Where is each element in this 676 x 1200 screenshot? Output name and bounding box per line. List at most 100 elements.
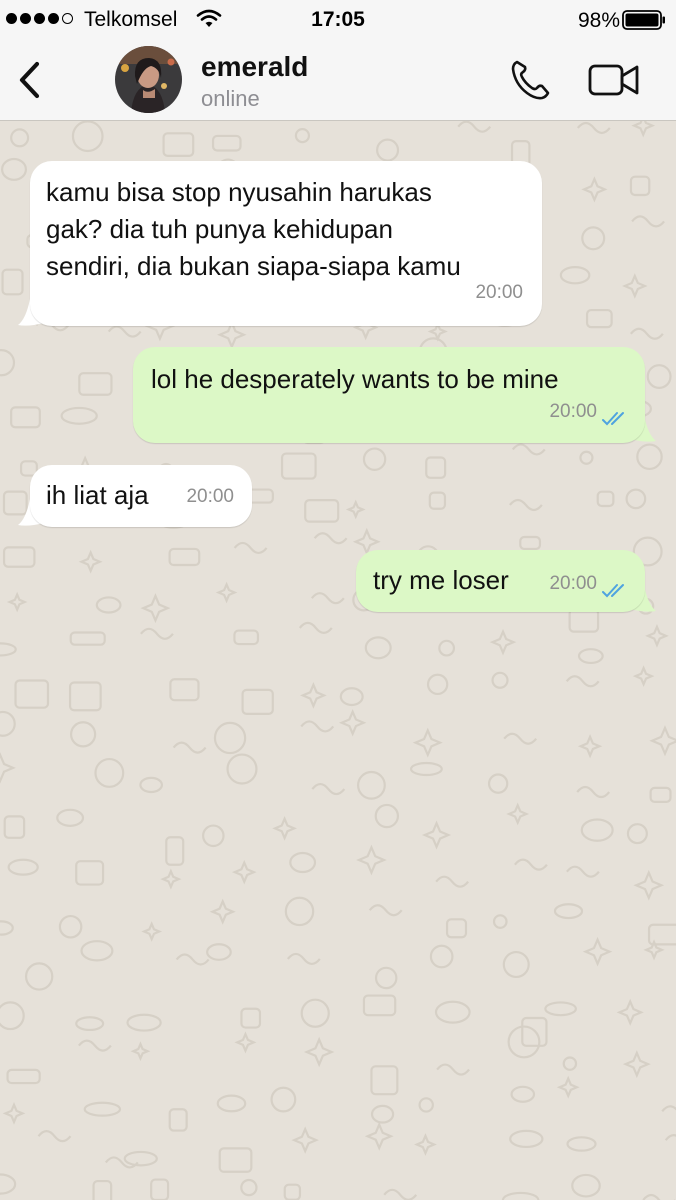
wallpaper-doodle xyxy=(107,325,142,338)
contact-status: online xyxy=(201,86,260,111)
wallpaper-doodle xyxy=(241,688,274,715)
wallpaper-doodle xyxy=(370,1104,395,1124)
wallpaper-doodle xyxy=(216,1094,247,1113)
wallpaper-doodle xyxy=(576,785,611,799)
wallpaper-doodle xyxy=(425,456,447,479)
wallpaper-doodle xyxy=(300,720,335,733)
wallpaper-doodle xyxy=(92,1179,113,1200)
wallpaper-doodle xyxy=(0,348,16,377)
wallpaper-doodle xyxy=(165,836,185,866)
wallpaper-doodle xyxy=(509,1129,544,1149)
wallpaper-doodle xyxy=(175,953,210,966)
wallpaper-doodle xyxy=(83,1101,122,1117)
wallpaper-doodle xyxy=(213,721,247,755)
wallpaper-doodle xyxy=(631,215,665,228)
wallpaper-doodle xyxy=(487,773,509,794)
wallpaper-doodle xyxy=(0,920,14,936)
wallpaper-doodle xyxy=(581,176,608,203)
wallpaper-doodle xyxy=(209,898,236,925)
wallpaper-doodle xyxy=(233,541,268,555)
wallpaper-doodle xyxy=(636,443,663,471)
video-camera-icon[interactable] xyxy=(588,62,640,98)
wallpaper-doodle xyxy=(60,406,98,425)
wallpaper-doodle xyxy=(418,1097,434,1113)
wallpaper-doodle xyxy=(94,757,125,788)
wallpaper-doodle xyxy=(231,859,257,885)
contact-avatar[interactable] xyxy=(115,46,182,113)
wallpaper-doodle xyxy=(71,121,104,153)
wallpaper-doodle xyxy=(345,499,366,520)
battery-icon xyxy=(622,10,665,30)
wallpaper-doodle xyxy=(501,1191,540,1200)
wallpaper-doodle xyxy=(311,782,346,796)
wallpaper-doodle xyxy=(78,549,103,574)
wallpaper-doodle xyxy=(509,498,543,512)
back-chevron-icon[interactable] xyxy=(14,58,44,102)
wallpaper-doodle xyxy=(0,157,28,181)
wallpaper-doodle xyxy=(2,546,36,568)
wallpaper-doodle xyxy=(457,121,492,133)
wallpaper-doodle xyxy=(139,776,164,794)
wallpaper-doodle xyxy=(1,268,24,296)
wallpaper-doodle xyxy=(491,671,509,689)
wallpaper-doodle xyxy=(661,1105,676,1113)
wallpaper-doodle xyxy=(160,868,182,890)
wallpaper-doodle xyxy=(434,1000,471,1024)
wallpaper-doodle xyxy=(14,679,50,709)
wallpaper-doodle xyxy=(234,1031,257,1054)
wallpaper-doodle xyxy=(633,869,665,901)
wallpaper-doodle xyxy=(562,1056,578,1071)
wallpaper-doodle xyxy=(69,631,106,646)
wallpaper-doodle xyxy=(414,1133,437,1156)
message-text: sendiri, dia bukan siapa-siapa kamu xyxy=(46,251,461,281)
wallpaper-doodle xyxy=(206,943,232,961)
wallpaper-doodle xyxy=(645,624,669,648)
wallpaper-doodle xyxy=(10,406,41,429)
wallpaper-doodle xyxy=(80,940,114,962)
wallpaper-doodle xyxy=(568,608,600,633)
wallpaper-doodle xyxy=(503,732,538,745)
status-bar: Telkomsel 17:05 98% xyxy=(0,0,676,40)
wallpaper-doodle xyxy=(362,447,387,471)
wallpaper-doodle xyxy=(626,823,648,845)
wallpaper-doodle xyxy=(304,499,340,523)
wallpaper-doodle xyxy=(489,628,517,656)
wallpaper-doodle xyxy=(510,1085,536,1103)
wallpaper-doodle xyxy=(130,1041,151,1062)
chat-area[interactable]: kamu bisa stop nyusahin harukas gak? dia… xyxy=(0,121,676,1200)
wallpaper-doodle xyxy=(0,1173,17,1195)
chat-header: emerald online xyxy=(0,40,676,121)
wallpaper-doodle xyxy=(383,1188,418,1200)
wallpaper-doodle xyxy=(585,308,613,329)
wallpaper-doodle xyxy=(632,665,655,687)
wallpaper-doodle xyxy=(75,1016,105,1032)
wallpaper-doodle xyxy=(226,753,258,785)
wallpaper-doodle xyxy=(565,675,600,688)
wallpaper-doodle xyxy=(544,1001,577,1017)
wallpaper-doodle xyxy=(571,1173,601,1198)
wallpaper-doodle xyxy=(577,734,603,759)
wallpaper-doodle xyxy=(141,921,163,942)
status-time: 17:05 xyxy=(311,8,365,31)
wallpaper-doodle xyxy=(581,226,606,251)
wallpaper-doodle xyxy=(427,321,448,342)
message-text: ih liat aja xyxy=(46,480,149,510)
wallpaper-doodle xyxy=(217,319,247,350)
phone-icon[interactable] xyxy=(508,58,552,102)
wallpaper-doodle xyxy=(436,1063,470,1076)
message-text: kamu bisa stop nyusahin harukas xyxy=(46,177,432,207)
wallpaper-doodle xyxy=(566,1136,597,1152)
wallpaper-doodle xyxy=(6,1068,41,1085)
wallpaper-doodle xyxy=(362,994,397,1017)
wallpaper-doodle xyxy=(559,265,591,285)
wallpaper-doodle xyxy=(69,721,97,748)
wallpaper-doodle xyxy=(140,627,174,640)
wallpaper-doodle xyxy=(78,1039,112,1052)
wallpaper-doodle xyxy=(75,860,105,886)
wallpaper-doodle xyxy=(630,327,664,340)
wallpaper-doodle xyxy=(649,786,672,803)
contact-name[interactable]: emerald xyxy=(201,51,308,83)
wallpaper-doodle xyxy=(284,896,315,927)
wallpaper-doodle xyxy=(435,875,470,888)
wallpaper-doodle xyxy=(303,1036,335,1068)
